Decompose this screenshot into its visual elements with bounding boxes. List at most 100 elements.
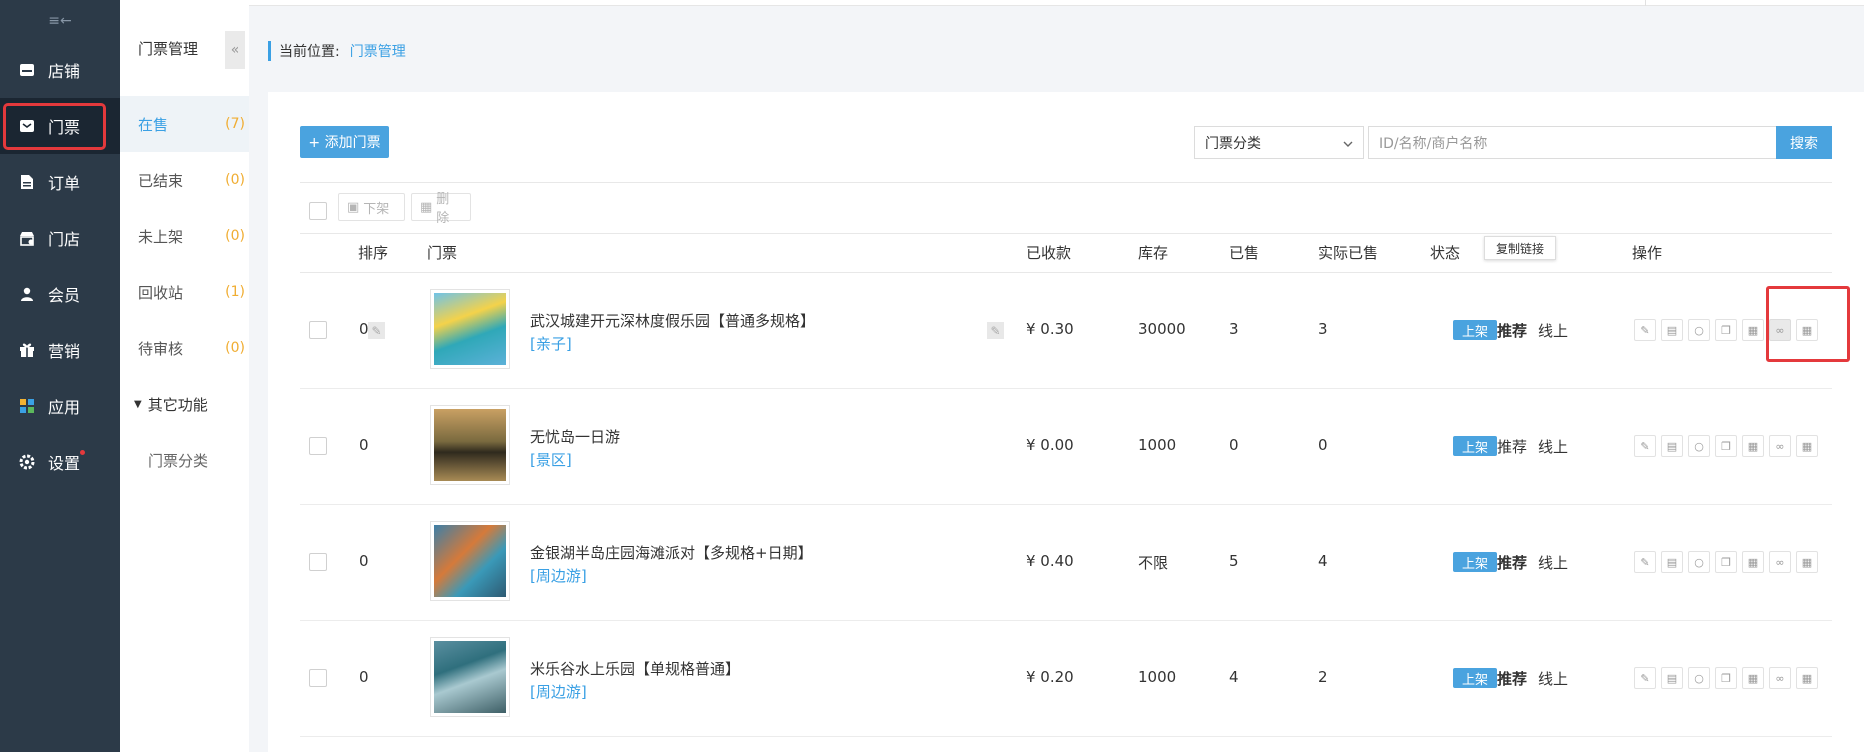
stock-value: 1000 [1138, 436, 1177, 454]
ticket-name[interactable]: 武汉城建开元深林度假乐园【普通多规格】 [530, 310, 815, 331]
nav-item-store[interactable]: 门店 [0, 210, 120, 266]
ticket-thumbnail [430, 405, 510, 485]
delete-button[interactable]: ▦ 删除 [411, 192, 471, 226]
comment-icon[interactable]: ○ [1688, 551, 1710, 573]
ticket-tag[interactable]: [景区] [530, 449, 572, 470]
ticket-tag[interactable]: [周边游] [530, 565, 587, 586]
comment-icon[interactable]: ○ [1688, 435, 1710, 457]
order-icon [18, 173, 36, 191]
highlight-box [1766, 286, 1850, 362]
link-icon[interactable]: ∞ [1769, 551, 1791, 573]
status-badge[interactable]: 上架 [1453, 668, 1497, 688]
category-select[interactable]: 门票分类 [1194, 126, 1364, 159]
edit-sort-icon[interactable]: ✎ [368, 322, 385, 339]
nav-item-member[interactable]: 会员 [0, 266, 120, 322]
collapse-sidebar-button[interactable]: « [225, 31, 245, 69]
ticket-name[interactable]: 米乐谷水上乐园【单规格普通】 [530, 658, 740, 679]
ticket-name[interactable]: 无忧岛一日游 [530, 426, 620, 447]
edit-icon[interactable]: ✎ [1634, 435, 1656, 457]
document-icon[interactable]: ▤ [1661, 667, 1683, 689]
nav-item-order[interactable]: 订单 [0, 154, 120, 210]
edit-icon[interactable]: ✎ [1634, 319, 1656, 341]
apps-icon [18, 397, 36, 415]
copy-icon[interactable]: ❐ [1715, 551, 1737, 573]
comment-icon[interactable]: ○ [1688, 667, 1710, 689]
trash-icon[interactable]: ▦ [1742, 551, 1764, 573]
comment-icon[interactable]: ○ [1688, 319, 1710, 341]
ticket-tag[interactable]: [周边游] [530, 681, 587, 702]
link-icon[interactable]: ∞ [1769, 667, 1791, 689]
copy-icon[interactable]: ❐ [1715, 319, 1737, 341]
stock-value: 不限 [1138, 554, 1169, 572]
document-icon[interactable]: ▤ [1661, 551, 1683, 573]
edit-icon[interactable]: ✎ [1634, 551, 1656, 573]
breadcrumb-current[interactable]: 门票管理 [350, 41, 406, 61]
gift-icon [18, 341, 36, 359]
nav-item-label: 店铺 [48, 62, 81, 81]
ticket-tag[interactable]: [亲子] [530, 333, 572, 354]
online-attr: 线上 [1538, 438, 1569, 456]
copy-icon[interactable]: ❐ [1715, 435, 1737, 457]
sort-value: 0 [359, 668, 369, 686]
trash-icon[interactable]: ▦ [1742, 667, 1764, 689]
list-collapse-icon[interactable]: ≡← [0, 0, 120, 42]
sub-item-ticket-category[interactable]: 门票分类 [120, 432, 249, 488]
add-ticket-button[interactable]: + 添加门票 [300, 126, 389, 158]
column-header: 实际已售 [1318, 244, 1379, 262]
link-icon[interactable]: ∞ [1769, 435, 1791, 457]
column-header: 已售 [1229, 244, 1260, 262]
nav-item-apps[interactable]: 应用 [0, 378, 120, 434]
actual-sold-value: 0 [1318, 436, 1328, 454]
document-icon[interactable]: ▤ [1661, 435, 1683, 457]
copy-icon[interactable]: ❐ [1715, 667, 1737, 689]
search-input[interactable]: ID/名称/商户名称 [1368, 126, 1776, 159]
column-header: 库存 [1138, 244, 1169, 262]
stock-value: 1000 [1138, 668, 1177, 686]
status-badge[interactable]: 上架 [1453, 436, 1497, 456]
offshelf-button[interactable]: ▣ 下架 [338, 193, 405, 221]
select-all-checkbox[interactable] [309, 202, 327, 220]
top-tab[interactable] [1645, 0, 1745, 6]
qrcode-icon[interactable]: ▦ [1796, 435, 1818, 457]
row-checkbox[interactable] [309, 553, 327, 571]
sub-item-recycle-bin[interactable]: 回收站 (1) [120, 264, 249, 320]
document-icon[interactable]: ▤ [1661, 319, 1683, 341]
table-row: 0 米乐谷水上乐园【单规格普通】 [周边游] ¥ 0.20 1000 4 2 上… [300, 621, 1832, 737]
nav-item-shop[interactable]: 店铺 [0, 42, 120, 98]
qrcode-icon[interactable]: ▦ [1796, 551, 1818, 573]
edit-name-icon[interactable]: ✎ [987, 322, 1004, 339]
recommend-attr: 推荐 [1497, 322, 1528, 340]
sold-value: 3 [1229, 320, 1239, 338]
gear-icon [18, 453, 36, 471]
status-badge[interactable]: 上架 [1453, 552, 1497, 572]
column-header: 排序 [358, 244, 389, 262]
row-checkbox[interactable] [309, 437, 327, 455]
sub-item-on-sale[interactable]: 在售 (7) [120, 96, 249, 152]
status-badge[interactable]: 上架 [1453, 320, 1497, 340]
sub-item-not-listed[interactable]: 未上架 (0) [120, 208, 249, 264]
ticket-name[interactable]: 金银湖半岛庄园海滩派对【多规格+日期】 [530, 542, 813, 563]
lock-icon: ▣ [347, 199, 360, 215]
nav-item-settings[interactable]: 设置 [0, 434, 120, 490]
qrcode-icon[interactable]: ▦ [1796, 667, 1818, 689]
notification-dot [80, 450, 85, 455]
recommend-attr: 推荐 [1497, 438, 1528, 456]
secondary-sidebar: 门票管理 « 在售 (7) 已结束 (0) 未上架 (0) 回收站 (1) 待审核 (0)… [120, 0, 249, 752]
search-button[interactable]: 搜索 [1776, 126, 1832, 159]
sub-item-pending-review[interactable]: 待审核 (0) [120, 320, 249, 376]
nav-item-marketing[interactable]: 营销 [0, 322, 120, 378]
row-checkbox[interactable] [309, 669, 327, 687]
divider [300, 233, 1832, 234]
edit-icon[interactable]: ✎ [1634, 667, 1656, 689]
sold-value: 4 [1229, 668, 1239, 686]
trash-icon[interactable]: ▦ [1742, 319, 1764, 341]
row-checkbox[interactable] [309, 321, 327, 339]
other-functions-group[interactable]: ▼ 其它功能 [120, 376, 249, 432]
trash-icon[interactable]: ▦ [1742, 435, 1764, 457]
caret-down-icon: ▼ [134, 398, 142, 410]
sub-item-ended[interactable]: 已结束 (0) [120, 152, 249, 208]
column-header: 已收款 [1026, 244, 1072, 262]
item-count: (7) [225, 116, 245, 132]
sold-value: 0 [1229, 436, 1239, 454]
online-attr: 线上 [1538, 670, 1569, 688]
